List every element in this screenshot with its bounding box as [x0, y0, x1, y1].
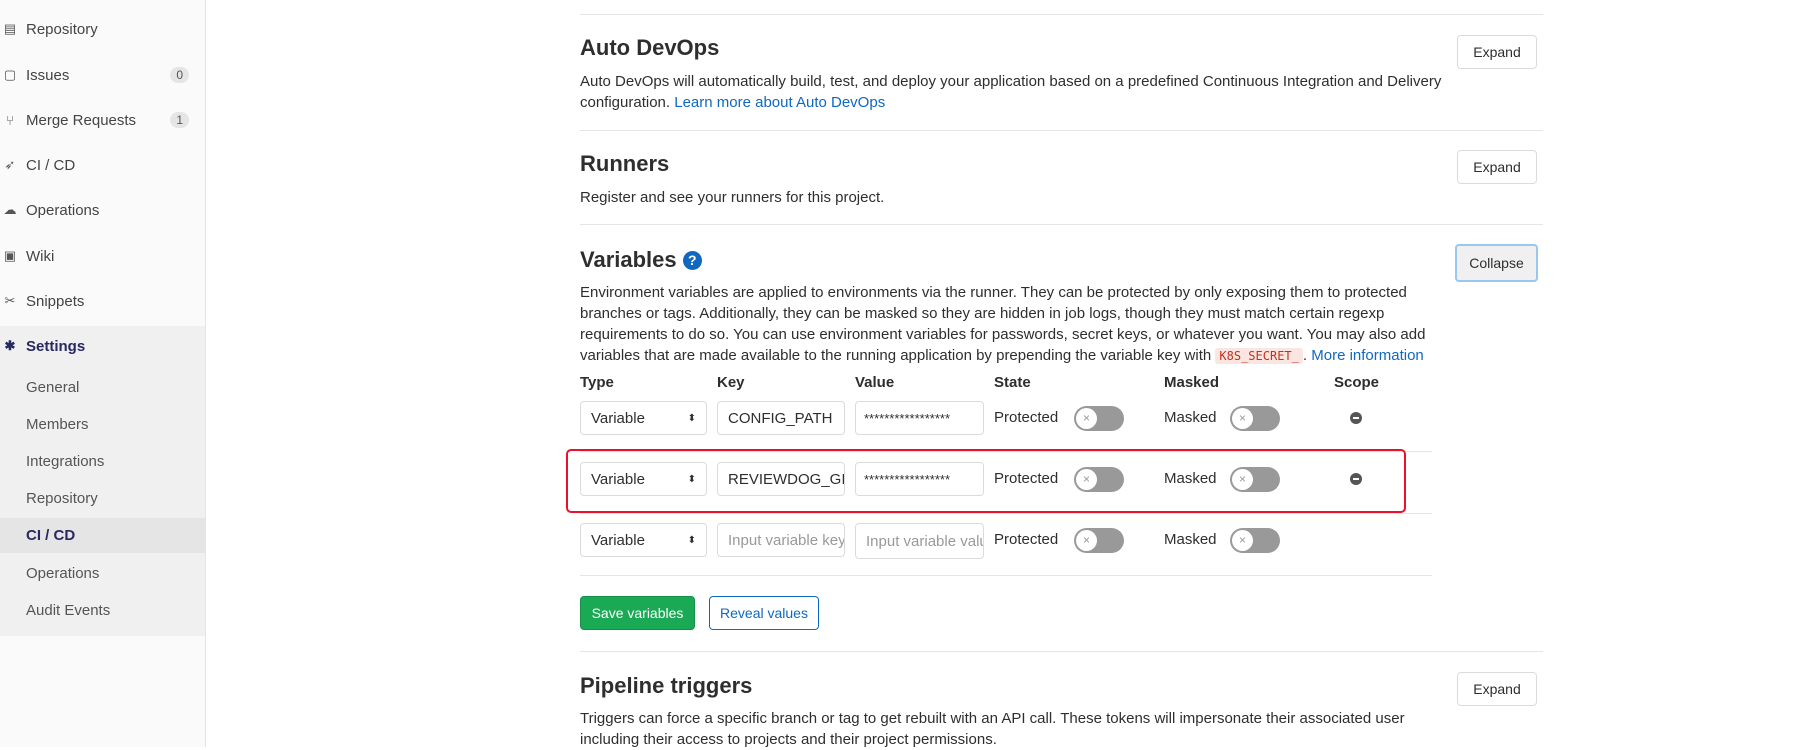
type-value: Variable [591, 531, 645, 549]
runners-desc: Register and see your runners for this p… [580, 189, 885, 206]
masked-label: Masked [1164, 531, 1217, 548]
divider [580, 14, 1543, 15]
sidebar-sub-general[interactable]: General [26, 374, 79, 402]
k8s-secret-code: K8S_SECRET_ [1215, 348, 1303, 364]
divider [580, 575, 1432, 576]
label: Settings [26, 337, 86, 355]
sidebar-sub-audit-events[interactable]: Audit Events [26, 597, 110, 625]
masked-toggle[interactable] [1230, 406, 1280, 431]
sidebar-sub-members[interactable]: Members [26, 411, 89, 439]
reveal-values-button[interactable]: Reveal values [709, 596, 819, 630]
type-value: Variable [591, 409, 645, 427]
protected-label: Protected [994, 531, 1059, 548]
auto-devops-title: Auto DevOps [580, 35, 720, 60]
issues-icon: ▢ [3, 67, 17, 82]
pipeline-triggers-desc: Triggers can force a specific branch or … [580, 710, 1405, 748]
variables-desc: Environment variables are applied to env… [580, 284, 1426, 364]
masked-label: Masked [1164, 409, 1217, 426]
key-input[interactable]: CONFIG_PATH [717, 401, 845, 435]
settings-section-bg [0, 326, 205, 636]
highlight-box [566, 449, 1406, 513]
pipeline-triggers-title: Pipeline triggers [580, 673, 753, 698]
key-input[interactable]: Input variable key [717, 523, 845, 557]
label: Repository [26, 20, 98, 38]
divider [580, 651, 1543, 652]
header-key: Key [717, 374, 745, 391]
auto-devops-link[interactable]: Learn more about Auto DevOps [674, 94, 885, 111]
sidebar-item-issues[interactable]: ▢ Issues 0 [0, 60, 205, 90]
label: Merge Requests [26, 111, 137, 129]
pipeline-triggers-expand-button[interactable]: Expand [1457, 672, 1537, 706]
sidebar-item-repository[interactable]: ▤ Repository [0, 14, 205, 44]
select-arrows-icon: ⬍ [687, 534, 696, 546]
header-type: Type [580, 374, 614, 391]
masked-toggle[interactable] [1230, 528, 1280, 553]
header-state: State [994, 374, 1031, 391]
type-select[interactable]: Variable ⬍ [580, 401, 707, 435]
sidebar-item-operations[interactable]: ☁ Operations [0, 195, 205, 225]
header-masked: Masked [1164, 374, 1220, 391]
divider [580, 224, 1543, 225]
issues-count-badge: 0 [170, 67, 189, 83]
title-text: Variables [580, 247, 677, 272]
sidebar-item-settings[interactable]: ✱ Settings [0, 331, 205, 361]
protected-toggle[interactable] [1074, 528, 1124, 553]
label: Operations [26, 201, 100, 219]
cloud-gear-icon: ☁ [3, 202, 17, 217]
label: Snippets [26, 292, 85, 310]
label: Wiki [26, 247, 55, 265]
gear-icon: ✱ [4, 338, 16, 353]
header-value: Value [855, 374, 895, 391]
value-textarea[interactable]: Input variable value [855, 523, 984, 559]
sidebar-item-snippets[interactable]: ✂ Snippets [0, 286, 205, 316]
protected-label: Protected [994, 409, 1059, 426]
runners-title: Runners [580, 151, 670, 176]
more-information-link[interactable]: More information [1311, 347, 1424, 364]
file-icon: ▤ [3, 21, 17, 36]
sidebar-item-merge-requests[interactable]: ⑂ Merge Requests 1 [0, 105, 205, 135]
divider [580, 513, 1432, 514]
book-icon: ▣ [3, 248, 17, 263]
runners-expand-button[interactable]: Expand [1457, 150, 1537, 184]
value-input[interactable]: ***************** [855, 401, 984, 435]
auto-devops-expand-button[interactable]: Expand [1457, 35, 1537, 69]
question-circle-icon[interactable]: ? [682, 251, 702, 270]
remove-variable-icon[interactable] [1350, 412, 1362, 424]
header-scope: Scope [1334, 374, 1380, 391]
protected-toggle[interactable] [1074, 406, 1124, 431]
mr-count-badge: 1 [170, 112, 189, 128]
sidebar-item-wiki[interactable]: ▣ Wiki [0, 241, 205, 271]
sidebar: ▤ Repository ▢ Issues 0 ⑂ Merge Requests 1 ➶ C… [0, 0, 206, 747]
sidebar-sub-repository[interactable]: Repository [26, 485, 98, 513]
divider [580, 130, 1543, 131]
type-select[interactable]: Variable ⬍ [580, 523, 707, 557]
sidebar-sub-ci-cd[interactable]: CI / CD [26, 522, 75, 550]
variables-collapse-button[interactable]: Collapse [1455, 244, 1538, 282]
sidebar-sub-operations[interactable]: Operations [26, 560, 99, 588]
select-arrows-icon: ⬍ [687, 412, 696, 424]
sidebar-item-ci-cd[interactable]: ➶ CI / CD [0, 150, 205, 180]
scissors-icon: ✂ [4, 293, 16, 308]
label: Issues [26, 66, 70, 84]
sidebar-sub-integrations[interactable]: Integrations [26, 448, 104, 476]
auto-devops-desc: Auto DevOps will automatically build, te… [580, 71, 1460, 113]
variables-title: Variables ? [580, 247, 702, 273]
rocket-icon: ➶ [4, 157, 16, 172]
merge-request-icon: ⑂ [6, 112, 14, 128]
save-variables-button[interactable]: Save variables [580, 596, 695, 630]
label: CI / CD [26, 156, 76, 174]
